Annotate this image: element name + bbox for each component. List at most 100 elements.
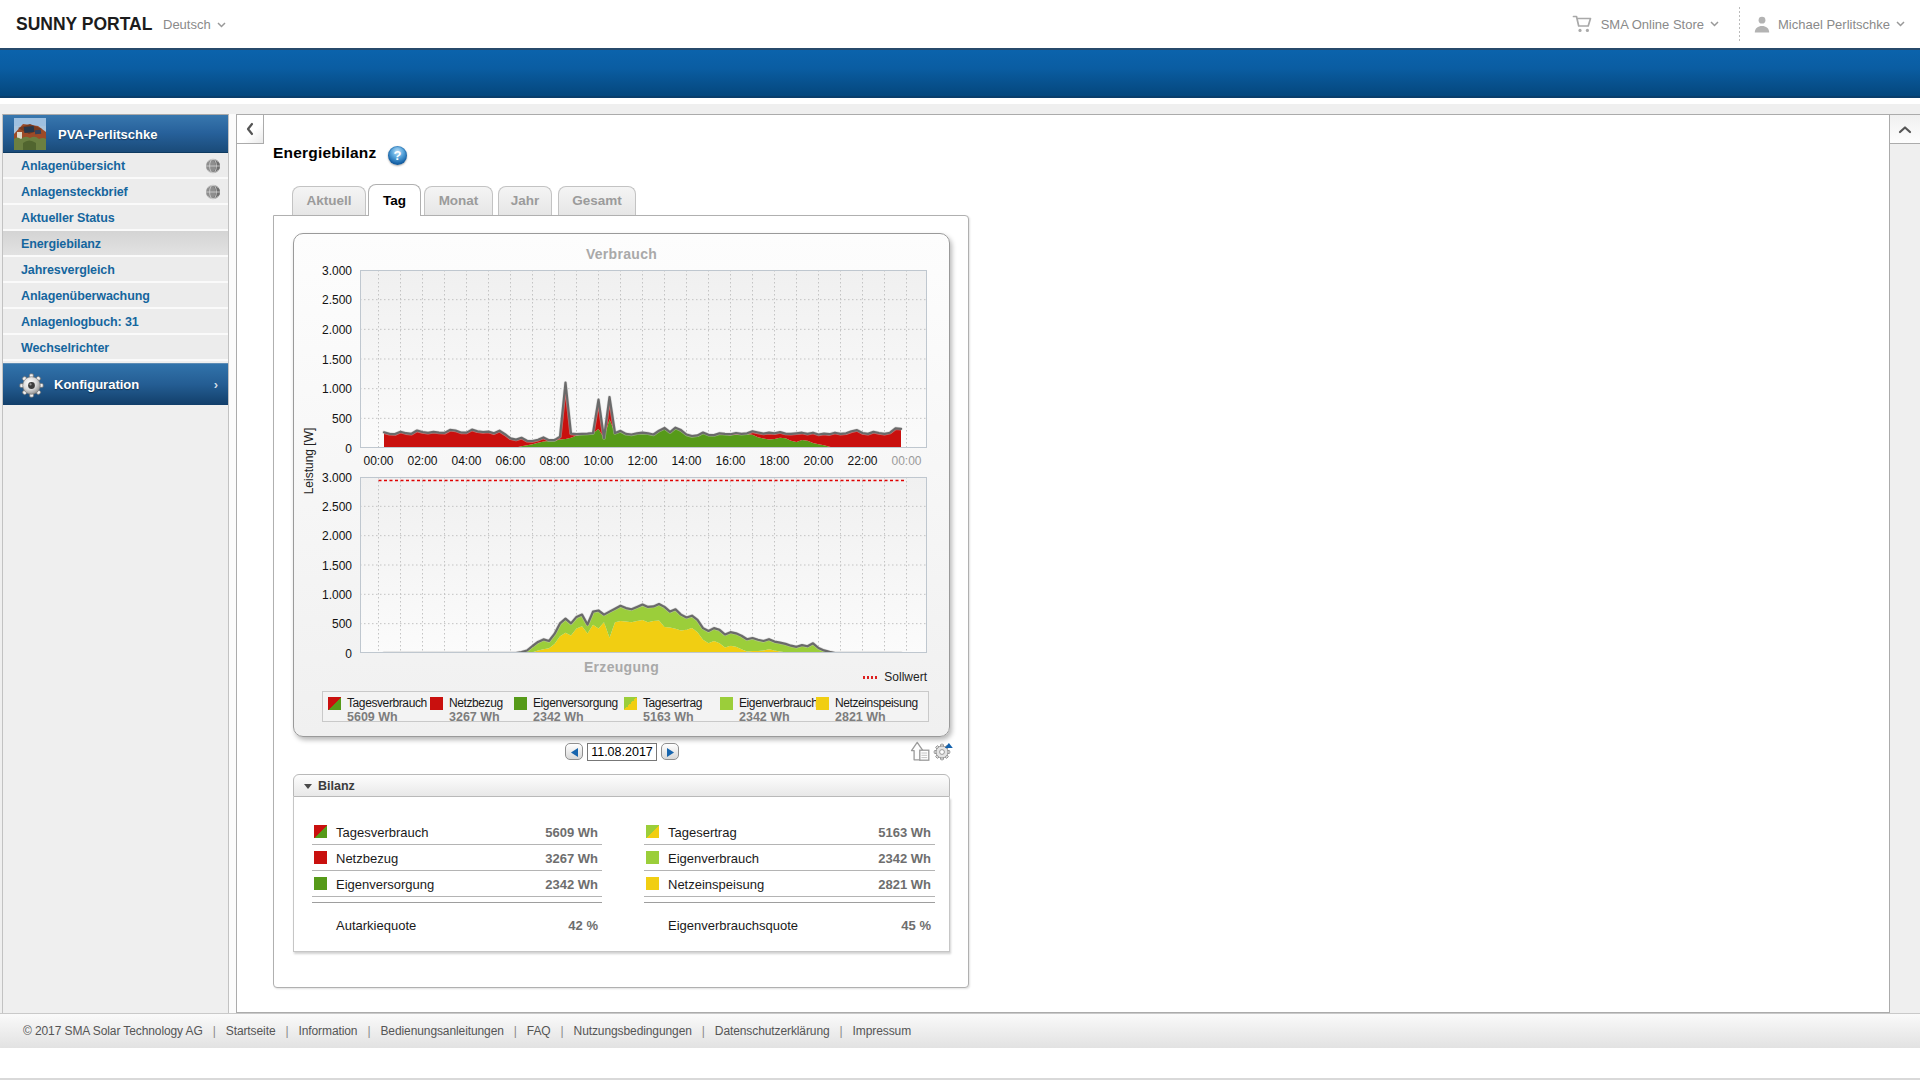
legend-label: Netzbezug bbox=[449, 696, 503, 710]
footer-link-information[interactable]: Information bbox=[299, 1024, 358, 1038]
sidebar-item-aktueller-status[interactable]: Aktueller Status bbox=[3, 205, 228, 231]
bilanz-row-label: Tagesverbrauch bbox=[336, 825, 429, 840]
chevron-down-icon bbox=[1710, 21, 1726, 27]
triangle-left-icon bbox=[571, 748, 578, 757]
bilanz-row: Eigenverbrauch 2342 Wh bbox=[646, 845, 931, 871]
tab-tag[interactable]: Tag bbox=[368, 184, 421, 216]
page-title: Energiebilanz bbox=[273, 144, 376, 162]
tab-jahr[interactable]: Jahr bbox=[498, 186, 552, 215]
tab-gesamt[interactable]: Gesamt bbox=[558, 186, 636, 215]
chart-title-verbrauch: Verbrauch bbox=[293, 246, 950, 262]
help-icon[interactable]: ? bbox=[388, 146, 407, 165]
x-tick-label: 10:00 bbox=[577, 454, 621, 468]
user-menu[interactable]: Michael Perlitschke bbox=[1753, 15, 1912, 34]
language-label: Deutsch bbox=[163, 17, 211, 32]
sidebar-item-jahresvergleich[interactable]: Jahresvergleich bbox=[3, 257, 228, 283]
sidebar-item-konfiguration[interactable]: Konfiguration › bbox=[3, 363, 228, 405]
banner-collapse-button[interactable] bbox=[1890, 114, 1920, 144]
tab-monat[interactable]: Monat bbox=[424, 186, 493, 215]
footer-link-bedienungsanleitungen[interactable]: Bedienungsanleitungen bbox=[380, 1024, 503, 1038]
legend-value: 5163 Wh bbox=[643, 710, 694, 724]
footer-link-impressum[interactable]: Impressum bbox=[853, 1024, 911, 1038]
footer-separator: | bbox=[561, 1024, 564, 1038]
x-tick-label: 04:00 bbox=[445, 454, 489, 468]
language-selector[interactable]: Deutsch bbox=[163, 17, 226, 32]
sidebar-item-label: Jahresvergleich bbox=[21, 263, 115, 277]
y-tick-label: 2.000 bbox=[300, 323, 352, 337]
sidebar-menu: Anlagenübersicht Anlagensteckbrief Aktuell… bbox=[3, 153, 228, 361]
bilanz-row-value: 2342 Wh bbox=[878, 851, 931, 866]
footer-separator: | bbox=[702, 1024, 705, 1038]
footer-link-datenschutzerkl-rung[interactable]: Datenschutzerklärung bbox=[715, 1024, 830, 1038]
chart-plot-verbrauch bbox=[360, 270, 927, 448]
y-tick-label: 500 bbox=[300, 617, 352, 631]
sidebar-item-anlagen-bersicht[interactable]: Anlagenübersicht bbox=[3, 153, 228, 179]
bilanz-row: Netzeinspeisung2821 Wh bbox=[646, 871, 931, 897]
chevron-down-glyph bbox=[1896, 21, 1905, 27]
chevron-down-glyph bbox=[217, 22, 226, 28]
footer-link-faq[interactable]: FAQ bbox=[527, 1024, 551, 1038]
bilanz-swatch-green-icon bbox=[314, 877, 327, 890]
bilanz-row: Netzbezug3267 Wh bbox=[314, 845, 598, 871]
footer: © 2017 SMA Solar Technology AG|Startseit… bbox=[0, 1013, 1920, 1048]
gear-icon bbox=[18, 372, 45, 399]
prev-day-button[interactable] bbox=[565, 743, 583, 760]
y-tick-label: 2.500 bbox=[300, 500, 352, 514]
sidebar-gap bbox=[229, 114, 236, 1015]
next-day-button[interactable] bbox=[661, 743, 679, 760]
header-separator bbox=[1739, 7, 1740, 41]
sollwert-label: Sollwert bbox=[884, 670, 927, 684]
user-name-label: Michael Perlitschke bbox=[1778, 17, 1890, 32]
globe-icon bbox=[205, 184, 221, 200]
bilanz-row-label: Eigenverbrauch bbox=[668, 851, 759, 866]
chevron-down-glyph bbox=[1710, 21, 1719, 27]
x-tick-label: 18:00 bbox=[753, 454, 797, 468]
chevron-left-icon bbox=[245, 122, 255, 136]
online-store-menu[interactable]: SMA Online Store bbox=[1572, 14, 1726, 34]
sidebar-item-energiebilanz[interactable]: Energiebilanz bbox=[3, 231, 228, 257]
date-input[interactable] bbox=[587, 743, 657, 761]
collapse-triangle-icon bbox=[304, 784, 312, 789]
plant-name: PVA-Perlitschke bbox=[58, 127, 157, 142]
sidebar-collapse-button[interactable] bbox=[236, 114, 264, 144]
x-tick-label: 12:00 bbox=[621, 454, 665, 468]
sidebar-item-label: Anlagensteckbrief bbox=[21, 185, 128, 199]
sidebar-item-wechselrichter[interactable]: Wechselrichter bbox=[3, 335, 228, 361]
brand-logo: SUNNY PORTAL bbox=[16, 14, 152, 35]
chart-plot-erzeugung bbox=[360, 477, 927, 653]
chart-settings-button[interactable] bbox=[933, 741, 953, 761]
legend-label: Eigenverbrauch bbox=[739, 696, 817, 710]
sidebar-item-anlagenlogbuch-31[interactable]: Anlagenlogbuch: 31 bbox=[3, 309, 228, 335]
footer-link-startseite[interactable]: Startseite bbox=[226, 1024, 276, 1038]
plant-header[interactable]: PVA-Perlitschke bbox=[3, 115, 228, 153]
bilanz-body: Tagesverbrauch5609 WhNetzbezug3267 WhEig… bbox=[293, 797, 950, 952]
chevron-right-icon: › bbox=[214, 377, 218, 392]
y-tick-label: 2.000 bbox=[300, 529, 352, 543]
bilanz-row-label: Tagesertrag bbox=[668, 825, 737, 840]
footer-separator: | bbox=[840, 1024, 843, 1038]
x-tick-label: 06:00 bbox=[489, 454, 533, 468]
bilanz-swatch-red-green-icon bbox=[314, 825, 327, 838]
publish-button[interactable] bbox=[910, 741, 931, 761]
tab-aktuell[interactable]: Aktuell bbox=[292, 186, 366, 215]
bilanz-header[interactable]: Bilanz bbox=[293, 774, 950, 797]
bilanz-row: Tagesverbrauch5609 Wh bbox=[314, 819, 598, 845]
sidebar-item-anlagensteckbrief[interactable]: Anlagensteckbrief bbox=[3, 179, 228, 205]
x-tick-label: 00:00 bbox=[357, 454, 401, 468]
legend-label: Tagesverbrauch bbox=[347, 696, 427, 710]
bilanz-row-label: Netzbezug bbox=[336, 851, 398, 866]
bilanz-swatch-lightgreen-icon bbox=[646, 851, 659, 864]
bilanz-row: Eigenversorgung2342 Wh bbox=[314, 871, 598, 897]
chevron-up-icon bbox=[1898, 125, 1912, 134]
sidebar-item-anlagen-berwachung[interactable]: Anlagenüberwachung bbox=[3, 283, 228, 309]
triangle-right-icon bbox=[667, 748, 674, 757]
y-tick-label: 1.000 bbox=[300, 588, 352, 602]
sidebar-item-label: Anlagenübersicht bbox=[21, 159, 125, 173]
legend-label: Tagesertrag bbox=[643, 696, 702, 710]
x-tick-label: 14:00 bbox=[665, 454, 709, 468]
sidebar: PVA-Perlitschke Anlagenübersicht Anlagens… bbox=[2, 114, 229, 1015]
footer-link-nutzungsbedingungen[interactable]: Nutzungsbedingungen bbox=[574, 1024, 692, 1038]
legend-value: 2342 Wh bbox=[533, 710, 584, 724]
top-header: SUNNY PORTAL Deutsch SMA Online Store bbox=[0, 0, 1920, 48]
gear-dropdown-icon bbox=[933, 741, 953, 761]
